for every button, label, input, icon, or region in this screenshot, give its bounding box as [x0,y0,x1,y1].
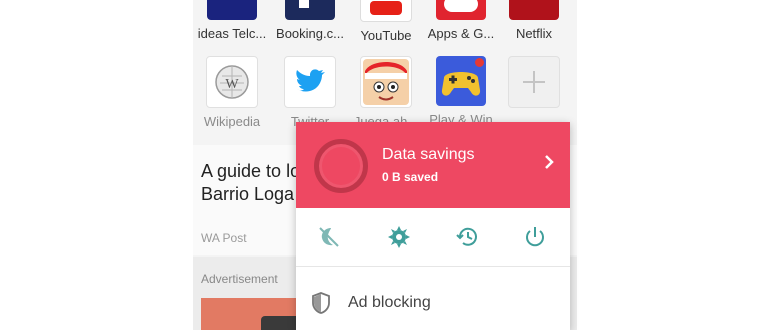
browser-menu: Data savings 0 B saved Ad blocking [296,122,570,330]
headline-line-2: Barrio Loga [201,184,295,204]
speed-dial-label: Booking.c... [276,26,344,41]
game-character-icon [360,56,412,108]
ad-blocking-label: Ad blocking [348,294,431,311]
speed-dial-label: YouTube [360,28,412,43]
shield-icon [312,292,330,314]
night-mode-off-icon[interactable] [316,224,342,250]
settings-icon[interactable] [386,224,412,250]
data-savings-gauge-icon [314,139,368,193]
news-source: WA Post [201,231,247,245]
speed-dial-label: Apps & G... [427,26,495,41]
netflix-icon [509,0,559,20]
speed-dial-play-win[interactable]: Play & Win [426,56,496,127]
headline-line-1: A guide to lo [201,161,301,181]
ad-blocking-item[interactable]: Ad blocking [296,267,570,330]
chevron-right-icon [545,155,554,169]
telco-icon [207,0,257,20]
speed-dial-label: ideas Telc... [197,26,267,41]
wikipedia-icon: W [206,56,258,108]
data-savings-button[interactable]: Data savings 0 B saved [296,122,570,208]
advertisement-label: Advertisement [201,272,278,286]
history-icon[interactable] [454,224,480,250]
speed-dial-twitter[interactable]: Twitter [275,56,345,129]
advertisement-image[interactable] [201,298,301,330]
speed-dial-telco[interactable]: ideas Telc... [197,0,267,41]
speed-dial-booking[interactable]: Booking.c... [275,0,345,41]
svg-text:W: W [225,77,239,92]
speed-dial-netflix[interactable]: Netflix [499,0,569,41]
add-icon [508,56,560,108]
twitter-icon [284,56,336,108]
news-headline[interactable]: A guide to lo Barrio Loga [201,160,311,206]
booking-icon [285,0,335,20]
apps-games-icon [436,0,486,20]
youtube-icon [360,0,412,22]
speed-dial-label: Wikipedia [203,114,261,129]
data-savings-value: 0 B saved [382,170,439,184]
menu-icon-row [296,208,570,266]
speed-dial-add[interactable] [499,56,569,114]
speed-dial-apps-games[interactable]: Apps & G... [426,0,496,41]
speed-dial-juega[interactable]: Juega ah... [351,56,421,129]
power-icon[interactable] [522,224,548,250]
gamepad-icon [436,56,486,106]
speed-dial-label: Netflix [515,26,553,41]
data-savings-title: Data savings [382,146,475,163]
speed-dial-youtube[interactable]: YouTube [351,0,421,43]
speed-dial-wikipedia[interactable]: W Wikipedia [197,56,267,129]
